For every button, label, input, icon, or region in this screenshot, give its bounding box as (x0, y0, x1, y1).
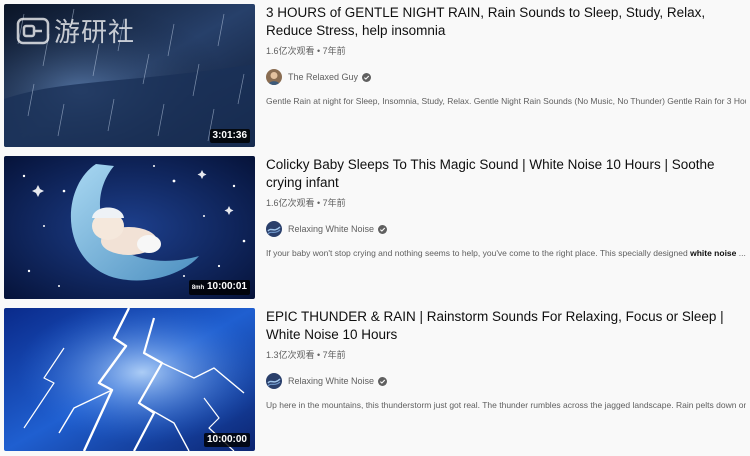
video-title[interactable]: 3 HOURS of GENTLE NIGHT RAIN, Rain Sound… (266, 4, 746, 40)
duration-badge: 10:00:00 (203, 433, 250, 447)
video-result-3[interactable]: 10:00:00 EPIC THUNDER & RAIN | Rainstorm… (0, 308, 750, 456)
verified-check-icon (378, 224, 388, 234)
verified-check-icon (362, 72, 372, 82)
duration-time: 10:00:01 (206, 281, 247, 292)
channel-name[interactable]: Relaxing White Noise (288, 376, 374, 386)
baby-moon-thumbnail-image (4, 156, 255, 299)
channel-name[interactable]: The Relaxed Guy (288, 72, 358, 82)
channel-row[interactable]: Relaxing White Noise (266, 373, 746, 389)
description-ellipsis: ... (736, 248, 746, 258)
duration-badge: 8mh 10:00:01 (188, 280, 250, 295)
channel-avatar[interactable] (266, 373, 282, 389)
gamepad-logo-icon (16, 17, 50, 44)
watermark-logo: 游研社 (16, 12, 135, 49)
duration-badge: 3:01:36 (209, 129, 250, 143)
video-meta: 1.6亿次观看 • 7年前 (266, 46, 346, 56)
video-description: Up here in the mountains, this thunderst… (266, 400, 746, 410)
video-title[interactable]: EPIC THUNDER & RAIN | Rainstorm Sounds F… (266, 308, 746, 344)
video-meta: 1.3亿次观看 • 7年前 (266, 350, 346, 360)
channel-row[interactable]: Relaxing White Noise (266, 221, 746, 237)
video-description: If your baby won't stop crying and nothi… (266, 248, 746, 258)
lightning-thumbnail-image (4, 308, 255, 451)
video-description: Gentle Rain at night for Sleep, Insomnia… (266, 96, 746, 106)
video-thumbnail[interactable]: 10:00:00 (4, 308, 255, 451)
video-meta: 1.6亿次观看 • 7年前 (266, 198, 346, 208)
channel-avatar[interactable] (266, 221, 282, 237)
duration-tag: 8mh (191, 285, 205, 291)
video-result-1[interactable]: 游研社 3:01:36 3 HOURS of GENTLE NIGHT RAIN… (0, 4, 750, 152)
video-thumbnail[interactable]: 游研社 3:01:36 (4, 4, 255, 147)
wave-avatar-icon (266, 221, 282, 237)
channel-avatar[interactable] (266, 69, 282, 85)
watermark-text: 游研社 (54, 18, 136, 48)
video-thumbnail[interactable]: 8mh 10:00:01 (4, 156, 255, 299)
description-text: If your baby won't stop crying and nothi… (266, 248, 691, 258)
verified-check-icon (378, 376, 388, 386)
video-title[interactable]: Colicky Baby Sleeps To This Magic Sound … (266, 156, 746, 192)
channel-row[interactable]: The Relaxed Guy (266, 69, 746, 85)
description-highlight: white noise (690, 248, 737, 258)
video-result-2[interactable]: 8mh 10:00:01 Colicky Baby Sleeps To This… (0, 156, 750, 304)
wave-avatar-icon (266, 373, 282, 389)
channel-name[interactable]: Relaxing White Noise (288, 224, 374, 234)
person-avatar-icon (266, 69, 282, 85)
